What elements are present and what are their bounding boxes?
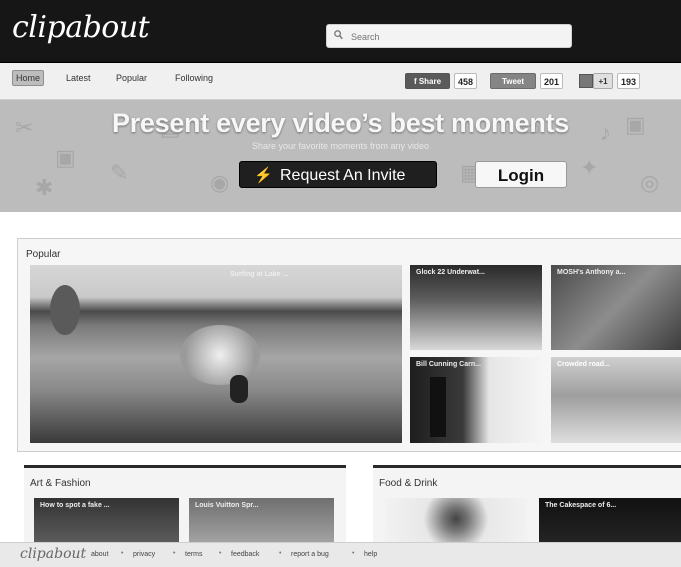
footer-link-help[interactable]: help [364, 551, 377, 558]
video-title: The Cakespace of 6... [545, 502, 617, 509]
search-box[interactable] [326, 24, 572, 48]
footer-link-about[interactable]: about [91, 551, 109, 558]
water-splash [180, 325, 260, 385]
popular-title: Popular [26, 249, 61, 260]
footer-separator: • [219, 550, 222, 557]
star-pattern-icon: ✱ [35, 175, 54, 200]
camera-pattern-icon: ◉ [210, 170, 230, 195]
footer-link-privacy[interactable]: privacy [133, 551, 155, 558]
star-pattern-icon: ✦ [580, 155, 599, 180]
hero-title: Present every video’s best moments [111, 108, 569, 138]
request-invite-button[interactable]: ⚡ Request An Invite [239, 161, 437, 188]
footer-link-feedback[interactable]: feedback [231, 551, 259, 558]
nav-latest[interactable]: Latest [66, 73, 91, 83]
video-title: How to spot a fake ... [40, 502, 110, 509]
featured-video[interactable]: Surfing at Lake ... [30, 265, 402, 443]
footer-bar: clipabout about • privacy • terms • feed… [0, 542, 681, 567]
video-thumbnail[interactable]: Glock 22 Underwat... [410, 265, 542, 350]
category-title: Food & Drink [379, 478, 438, 489]
search-icon [334, 30, 343, 40]
video-title: Crowded road... [557, 361, 610, 368]
footer-link-terms[interactable]: terms [185, 551, 203, 558]
magic-wand-icon: ⚡ [254, 167, 273, 184]
video-title: Glock 22 Underwat... [416, 269, 485, 276]
video-thumbnail[interactable]: Crowded road... [551, 357, 681, 443]
top-bar: clipabout [0, 0, 681, 63]
facebook-share-button[interactable]: f Share [405, 73, 450, 89]
footer-link-report-bug[interactable]: report a bug [291, 551, 329, 558]
request-invite-label: Request An Invite [280, 167, 406, 184]
video-title: MOSH's Anthony a... [557, 269, 626, 276]
category-title: Art & Fashion [30, 478, 91, 489]
nav-popular[interactable]: Popular [116, 73, 147, 83]
video-title: Bill Cunning Carn... [416, 361, 481, 368]
person-figure [430, 377, 446, 437]
video-title: Louis Vuitton Spr... [195, 502, 259, 509]
nav-home[interactable]: Home [12, 70, 45, 86]
footer-logo[interactable]: clipabout [20, 546, 86, 562]
clipabout-logo[interactable]: clipabout [12, 10, 150, 45]
camera-pattern-icon: ◎ [640, 170, 660, 195]
plus-one-button[interactable]: +1 [593, 73, 613, 89]
login-button[interactable]: Login [475, 161, 567, 188]
clapper-pattern-icon: ✎ [110, 160, 129, 185]
hero-subtitle: Share your favorite moments from any vid… [251, 141, 430, 151]
video-thumbnail[interactable]: MOSH's Anthony a... [551, 265, 681, 350]
featured-video-title: Surfing at Lake ... [230, 271, 289, 278]
surfer-figure [230, 375, 248, 403]
footer-separator: • [173, 550, 176, 557]
video-thumbnail[interactable]: Bill Cunning Carn... [410, 357, 542, 443]
popular-section: Popular Surfing at Lake ... Glock 22 Und… [17, 238, 681, 452]
nav-following[interactable]: Following [175, 73, 213, 83]
facebook-count: 458 [454, 73, 478, 89]
footer-separator: • [352, 550, 355, 557]
google-icon [579, 74, 593, 88]
shadow-blob [50, 285, 80, 335]
nav-bar: Home Latest Popular Following f Share 45… [0, 63, 681, 100]
search-input[interactable] [349, 27, 568, 47]
footer-separator: • [279, 550, 282, 557]
tweet-button[interactable]: Tweet [490, 73, 536, 89]
footer-separator: • [121, 550, 124, 557]
plus-one-count: 193 [617, 73, 641, 89]
tweet-count: 201 [540, 73, 564, 89]
